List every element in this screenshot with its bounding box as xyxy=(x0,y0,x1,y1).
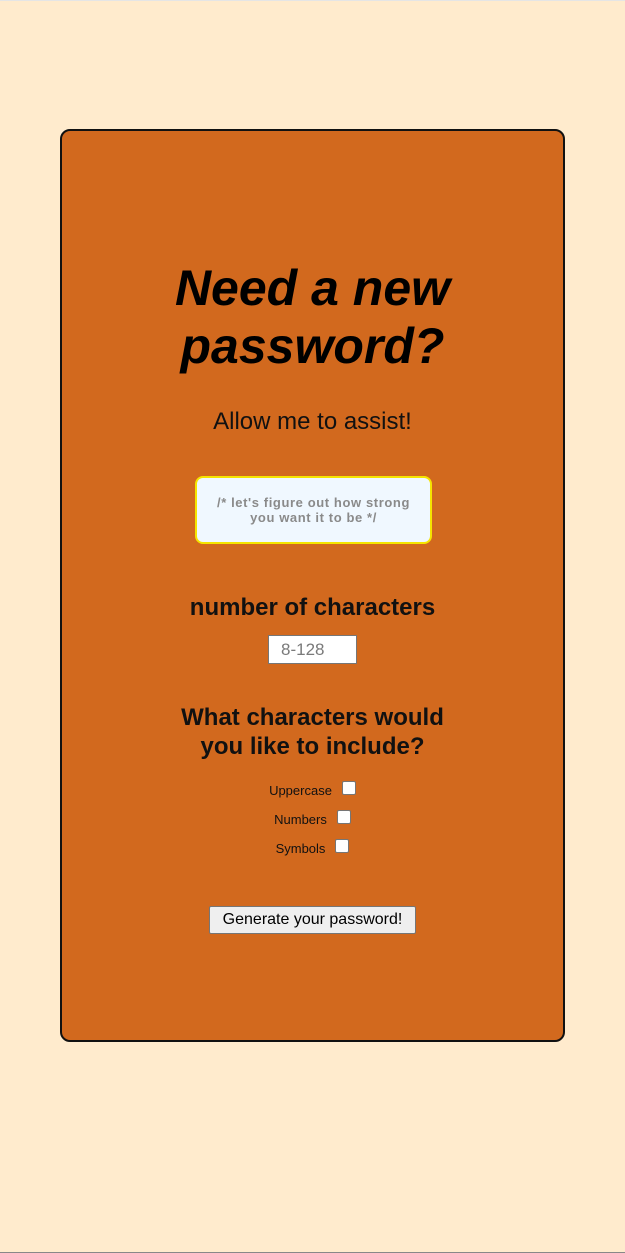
symbols-checkbox[interactable] xyxy=(335,839,350,853)
uppercase-label[interactable]: Uppercase xyxy=(269,783,332,799)
title-line-1: Need a new xyxy=(174,260,451,316)
generator-card: Need a new password? Allow me to assist!… xyxy=(60,129,565,1042)
title-line-2: password? xyxy=(180,318,445,374)
generate-password-button[interactable]: Generate your password! xyxy=(209,906,416,934)
page-title: Need a new password? xyxy=(62,259,563,375)
include-heading-line-1: What characters would xyxy=(181,704,444,731)
length-input[interactable] xyxy=(268,635,357,664)
option-numbers: Numbers xyxy=(62,810,563,828)
uppercase-checkbox[interactable] xyxy=(341,781,356,795)
numbers-checkbox[interactable] xyxy=(336,810,351,824)
option-symbols: Symbols xyxy=(62,839,563,857)
option-uppercase: Uppercase xyxy=(62,781,563,799)
length-label: number of characters xyxy=(189,594,436,621)
hint-box: /* let's figure out how strong you want … xyxy=(195,476,432,544)
numbers-label[interactable]: Numbers xyxy=(274,812,327,828)
symbols-label[interactable]: Symbols xyxy=(276,841,326,857)
hint-text: /* let's figure out how strong you want … xyxy=(217,495,410,525)
include-heading: What characters would you like to includ… xyxy=(62,703,563,761)
include-heading-line-2: you like to include? xyxy=(200,733,425,760)
subtitle: Allow me to assist! xyxy=(213,408,412,435)
